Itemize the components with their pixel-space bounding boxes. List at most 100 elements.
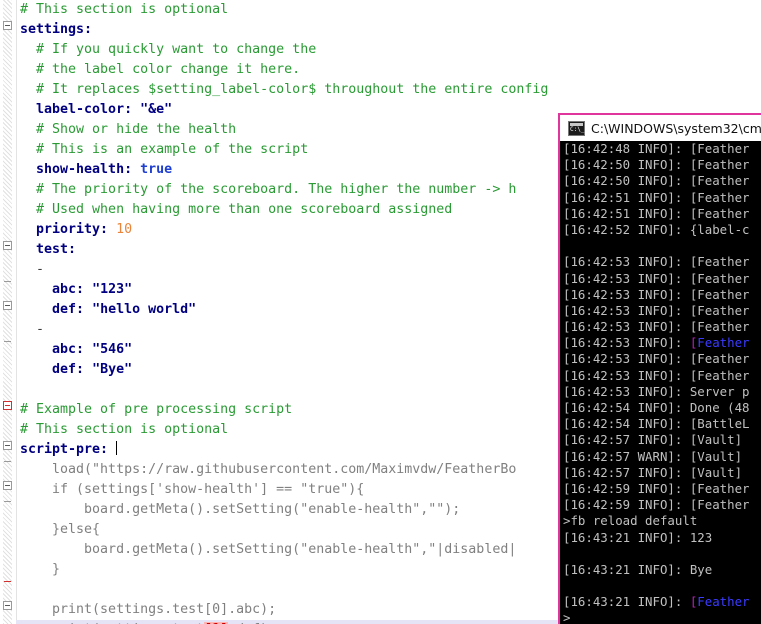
fold-end-tick — [4, 461, 11, 462]
code-token: script-pre: — [20, 442, 116, 457]
console-line: [16:43:21 INFO]: Bye — [563, 562, 761, 578]
code-token: board.getMeta().setSetting("enable-healt… — [20, 502, 460, 517]
code-token: def: — [20, 362, 92, 377]
console-title-text: C:\WINDOWS\system32\cmd.ex — [591, 121, 761, 136]
console-token: [16:42:54 INFO]: — [563, 416, 690, 431]
console-line: [16:42:59 INFO]: [Feather — [563, 497, 761, 513]
code-token: - — [20, 322, 44, 337]
code-token: "546" — [92, 342, 132, 357]
code-token: show-health: — [20, 162, 140, 177]
fold-toggle[interactable] — [3, 601, 12, 610]
console-line: [16:43:21 INFO]: 123 — [563, 530, 761, 546]
console-line: [16:42:53 INFO]: Server p — [563, 384, 761, 400]
fold-toggle[interactable] — [3, 441, 12, 450]
console-token: [16:42:53 INFO]: — [563, 384, 690, 399]
fold-end-tick — [4, 501, 11, 502]
code-token: label-color: — [20, 102, 140, 117]
console-token: [16:42:54 INFO]: — [563, 400, 690, 415]
console-token: Done (48 — [690, 400, 750, 415]
console-token: [Feather — [690, 157, 750, 172]
console-token: [16:42:53 INFO]: — [563, 287, 690, 302]
code-token: }else{ — [20, 522, 100, 537]
console-token: [16:42:52 INFO]: — [563, 222, 690, 237]
code-token: "Bye" — [92, 362, 132, 377]
fold-toggle[interactable] — [3, 241, 12, 250]
console-line — [563, 546, 761, 562]
code-token: "hello world" — [92, 302, 196, 317]
console-token: [Feather — [690, 303, 750, 318]
console-token: [16:42:53 INFO]: — [563, 254, 690, 269]
console-token: [Feather — [690, 190, 750, 205]
console-line: [16:42:53 INFO]: [Feather — [563, 254, 761, 270]
console-token: Feather — [697, 335, 749, 350]
code-token: if (settings['show-health'] == "true"){ — [20, 482, 364, 497]
console-token: [16:42:59 INFO]: — [563, 497, 690, 512]
console-line: [16:42:51 INFO]: [Feather — [563, 206, 761, 222]
console-token: [Feather — [690, 271, 750, 286]
code-token: # This section is optional — [20, 2, 228, 17]
code-line[interactable]: # It replaces $setting_label-color$ thro… — [16, 80, 761, 100]
cmd-console-window[interactable]: C:\WINDOWS\system32\cmd.ex [16:42:48 INF… — [558, 113, 761, 624]
console-token: Server p — [690, 384, 750, 399]
console-token: [Vault] — [690, 465, 742, 480]
editor-fold-gutter[interactable] — [0, 0, 17, 624]
console-token: [16:43:21 INFO]: Bye — [563, 562, 712, 577]
code-token: "&e" — [140, 102, 172, 117]
fold-toggle[interactable] — [3, 21, 12, 30]
console-token: > — [563, 610, 570, 624]
console-line: [16:42:53 INFO]: [Feather — [563, 287, 761, 303]
console-token: [16:42:50 INFO]: — [563, 157, 690, 172]
code-token: board.getMeta().setSetting("enable-healt… — [20, 542, 516, 557]
console-line: [16:42:53 INFO]: [Feather — [563, 351, 761, 367]
code-token: settings: — [20, 22, 92, 37]
fold-end-tick — [4, 341, 11, 342]
console-token: [16:42:51 INFO]: — [563, 206, 690, 221]
cmd-icon — [568, 121, 585, 136]
console-token: [16:42:57 INFO]: — [563, 465, 690, 480]
console-token: [Feather — [690, 351, 750, 366]
console-token: [16:42:51 INFO]: — [563, 190, 690, 205]
console-token: [16:43:21 INFO]: 123 — [563, 530, 712, 545]
console-token: [Feather — [690, 368, 750, 383]
console-output[interactable]: [16:42:48 INFO]: [Feather[16:42:50 INFO]… — [562, 141, 761, 624]
console-line: > — [563, 610, 761, 624]
code-token: abc: — [20, 342, 92, 357]
code-token: # If you quickly want to change the — [20, 42, 316, 57]
code-line[interactable]: # This section is optional — [16, 0, 761, 20]
console-token: [16:42:53 INFO]: — [563, 303, 690, 318]
console-token: [16:42:53 INFO]: — [563, 271, 690, 286]
console-token: Feather — [697, 594, 749, 609]
console-line: [16:42:53 INFO]: [Feather — [563, 271, 761, 287]
console-title-bar[interactable]: C:\WINDOWS\system32\cmd.ex — [560, 115, 761, 141]
code-token: # The priority of the scoreboard. The hi… — [20, 182, 516, 197]
code-token: - — [20, 262, 44, 277]
console-line: [16:42:50 INFO]: [Feather — [563, 173, 761, 189]
console-token: [Feather — [690, 481, 750, 496]
console-token: [Feather — [690, 173, 750, 188]
console-line: [16:42:50 INFO]: [Feather — [563, 157, 761, 173]
code-token: # Show or hide the health — [20, 122, 236, 137]
code-token: # It replaces $setting_label-color$ thro… — [20, 82, 548, 97]
code-token: priority: — [20, 222, 116, 237]
code-line[interactable]: # the label color change it here. — [16, 60, 761, 80]
code-token: 10 — [116, 222, 132, 237]
console-line: [16:42:59 INFO]: [Feather — [563, 481, 761, 497]
console-token: >fb reload default — [563, 513, 697, 528]
code-token: "123" — [92, 282, 132, 297]
fold-gutter-hatch — [3, 0, 12, 624]
code-token: # This section is optional — [20, 422, 228, 437]
console-line: [16:42:57 WARN]: [Vault] — [563, 449, 761, 465]
code-token: # Example of pre processing script — [20, 402, 292, 417]
console-token: [Feather — [690, 206, 750, 221]
console-line: [16:43:21 INFO]: [Feather — [563, 594, 761, 610]
console-token: [BattleL — [690, 416, 750, 431]
fold-toggle[interactable] — [3, 481, 12, 490]
fold-toggle[interactable] — [3, 301, 12, 310]
fold-toggle[interactable] — [3, 401, 12, 410]
code-token: # This is an example of the script — [20, 142, 308, 157]
code-line[interactable]: # If you quickly want to change the — [16, 40, 761, 60]
console-token: [16:42:53 INFO]: — [563, 351, 690, 366]
console-line: [16:42:53 INFO]: [Feather — [563, 368, 761, 384]
code-line[interactable]: settings: — [16, 20, 761, 40]
console-token: [16:42:59 INFO]: — [563, 481, 690, 496]
